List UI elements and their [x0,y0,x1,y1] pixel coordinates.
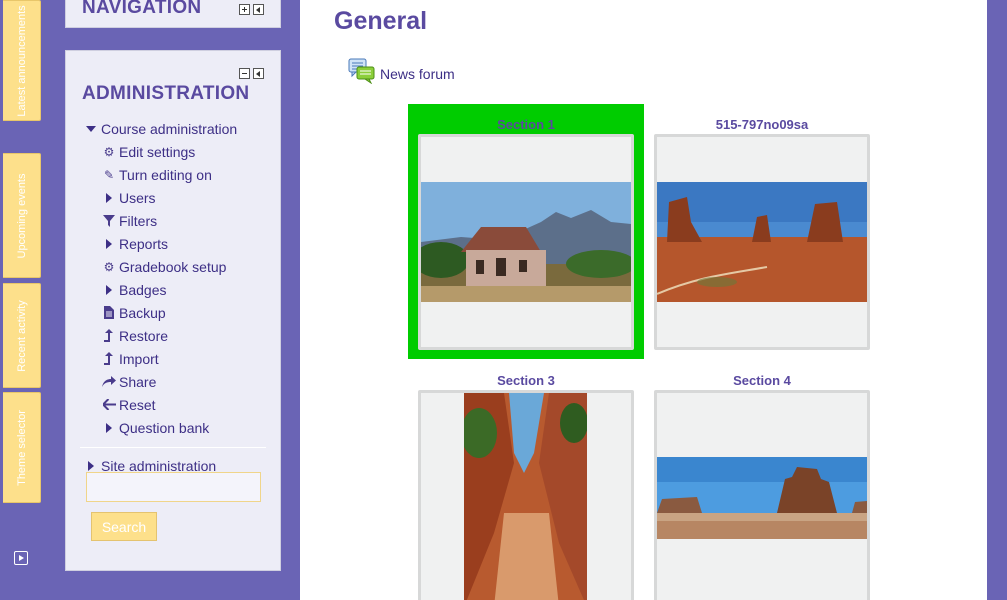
tree-label: Backup [119,304,166,321]
collapse-block-icon[interactable] [239,68,250,79]
section-1-image [421,182,631,302]
administration-block: ADMINISTRATION Course administration ⚙ E… [65,50,281,571]
tree-item-question-bank[interactable]: Question bank [82,416,272,439]
section-general-title: General [334,7,428,35]
tree-label: Edit settings [119,143,196,160]
tree-label: Filters [119,212,158,229]
tree-item-reports[interactable]: Reports [82,232,272,255]
navigation-block: NAVIGATION [65,0,281,28]
tree-divider [80,447,266,448]
tree-label: Turn editing on [119,166,212,183]
tree-item-filters[interactable]: Filters [82,209,272,232]
upload-icon [100,328,118,344]
search-button[interactable]: Search [91,512,157,541]
expand-arrow-icon [100,236,118,252]
tree-item-reset[interactable]: Reset [82,393,272,416]
tree-label: Users [119,189,156,206]
main-content: General News forum Section 1 515-797no09… [300,0,987,600]
tree-item-gradebook-setup[interactable]: ⚙ Gradebook setup [82,255,272,278]
section-tile-3[interactable] [418,390,634,600]
section-title[interactable]: 515-797no09sa [654,117,870,132]
administration-title: ADMINISTRATION [82,83,250,104]
dock-block-icon[interactable] [253,68,264,79]
expand-all-icon[interactable] [239,4,250,15]
tree-label: Reports [119,235,169,252]
block-dock: Latest announcements Upcoming events Rec… [0,0,44,600]
dock-tab-label: Latest announcements [15,4,28,117]
gear-icon: ⚙ [103,259,115,274]
tree-item-import[interactable]: Import [82,347,272,370]
dock-tab-upcoming-events[interactable]: Upcoming events [3,153,41,278]
pencil-icon: ✎ [103,167,115,182]
section-title[interactable]: Section 1 [418,117,634,132]
dock-tab-label: Theme selector [15,409,28,486]
file-icon [100,305,118,321]
section-title[interactable]: Section 3 [418,373,634,388]
expand-arrow-icon [100,190,118,206]
dock-tab-latest-announcements[interactable]: Latest announcements [3,0,41,121]
section-2-image [657,182,867,302]
section-tile-4[interactable] [654,390,870,600]
navigation-title: NAVIGATION [82,0,202,18]
upload-icon [100,351,118,367]
dock-tab-recent-activity[interactable]: Recent activity [3,283,41,388]
tree-label: Question bank [119,419,210,436]
admin-search-input[interactable] [86,472,261,502]
tree-label: Reset [119,396,156,413]
dock-tab-label: Upcoming events [15,173,28,258]
tree-label: Share [119,373,157,390]
dock-expand-icon[interactable] [14,551,28,565]
dock-block-icon[interactable] [253,4,264,15]
collapse-arrow-icon [82,121,100,137]
section-tile-1[interactable] [418,134,634,350]
admin-tree: Course administration ⚙ Edit settings ✎ … [80,117,272,477]
tree-item-badges[interactable]: Badges [82,278,272,301]
dock-tab-theme-selector[interactable]: Theme selector [3,392,41,503]
news-forum-label: News forum [380,66,455,82]
forum-icon [348,58,376,85]
news-forum-link[interactable]: News forum [348,58,455,85]
section-4-image [657,457,867,539]
page-right-border [987,0,1007,600]
course-administration-node[interactable]: Course administration [82,117,272,140]
tree-label: Gradebook setup [119,258,227,275]
dock-tab-label: Recent activity [15,299,28,372]
tree-item-edit-settings[interactable]: ⚙ Edit settings [82,140,272,163]
tree-label: Restore [119,327,169,344]
filter-icon [100,213,118,229]
tree-item-backup[interactable]: Backup [82,301,272,324]
share-icon [100,374,118,390]
expand-arrow-icon [100,420,118,436]
tree-label: Course administration [101,120,238,137]
gear-icon: ⚙ [103,144,115,159]
section-title[interactable]: Section 4 [654,373,870,388]
section-tile-2[interactable] [654,134,870,350]
tree-label: Import [119,350,159,367]
tree-item-users[interactable]: Users [82,186,272,209]
arrow-left-icon [100,397,118,413]
tree-label: Badges [119,281,167,298]
tree-item-restore[interactable]: Restore [82,324,272,347]
tree-item-share[interactable]: Share [82,370,272,393]
section-3-image [464,393,587,600]
tree-item-turn-editing-on[interactable]: ✎ Turn editing on [82,163,272,186]
expand-arrow-icon [100,282,118,298]
